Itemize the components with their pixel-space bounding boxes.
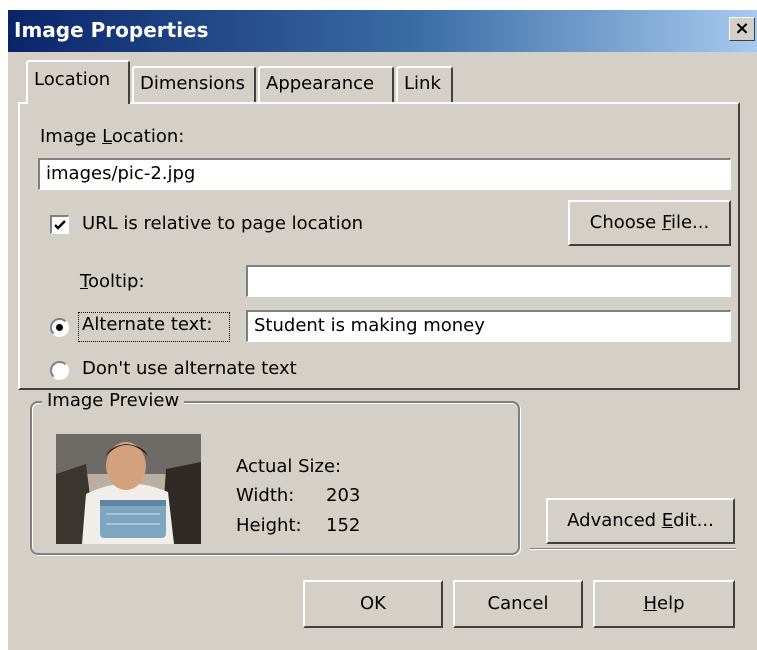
- width-label: Width:: [236, 485, 295, 506]
- close-icon: ×: [734, 18, 750, 39]
- title-bar[interactable]: Image Properties ×: [8, 10, 757, 52]
- image-location-label: Image Location:: [40, 126, 185, 147]
- separator: [530, 548, 736, 550]
- checkmark-icon: [54, 220, 66, 230]
- tab-appearance-label: Appearance: [266, 73, 375, 94]
- advanced-edit-button[interactable]: Advanced Edit...: [546, 498, 735, 544]
- tab-dimensions[interactable]: Dimensions: [132, 66, 256, 102]
- width-value: 203: [326, 485, 361, 506]
- tab-link[interactable]: Link: [396, 66, 453, 102]
- choose-file-button[interactable]: Choose File...: [568, 200, 731, 246]
- tooltip-input[interactable]: [246, 265, 731, 297]
- alternate-text-input[interactable]: Student is making money: [246, 310, 731, 342]
- height-label: Height:: [236, 515, 302, 536]
- alternate-text-label[interactable]: Alternate text:: [82, 314, 212, 335]
- actual-size-label: Actual Size:: [236, 456, 342, 477]
- tooltip-label: Tooltip:: [80, 271, 145, 292]
- height-value: 152: [326, 515, 361, 536]
- window-title: Image Properties: [14, 18, 209, 42]
- image-preview-label: Image Preview: [42, 390, 185, 411]
- no-alternate-text-radio[interactable]: [50, 361, 69, 380]
- tab-location[interactable]: Location: [26, 60, 130, 104]
- radio-dot-icon: [56, 324, 63, 331]
- no-alternate-text-label[interactable]: Don't use alternate text: [82, 358, 297, 379]
- tab-appearance[interactable]: Appearance: [258, 66, 394, 102]
- student-photo-thumbnail: [56, 434, 201, 544]
- alternate-text-radio[interactable]: [50, 318, 69, 337]
- tab-location-label: Location: [34, 69, 111, 90]
- relative-url-label[interactable]: URL is relative to page location: [82, 213, 363, 234]
- ok-button[interactable]: OK: [303, 580, 443, 628]
- preview-image: [56, 434, 201, 544]
- tab-link-label: Link: [404, 73, 441, 94]
- image-location-input[interactable]: images/pic-2.jpg: [38, 158, 731, 190]
- tab-dimensions-label: Dimensions: [140, 73, 246, 94]
- close-button[interactable]: ×: [729, 17, 755, 41]
- help-button[interactable]: Help: [593, 580, 735, 628]
- cancel-button[interactable]: Cancel: [453, 580, 583, 628]
- relative-url-checkbox[interactable]: [50, 215, 69, 234]
